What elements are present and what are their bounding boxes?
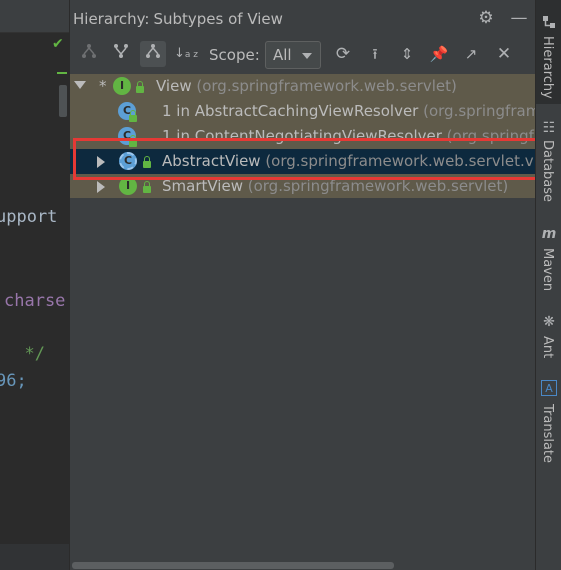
strip-item-database[interactable]: ☷ Database — [536, 112, 561, 212]
editor-scroll-thumb[interactable] — [59, 85, 67, 117]
node-package: (org.springframework.web.servlet.view) — [423, 102, 536, 120]
strip-label: Database — [540, 140, 555, 203]
panel-title: Hierarchy: — [73, 10, 150, 28]
lock-icon — [143, 181, 151, 193]
strip-label: Translate — [540, 404, 555, 464]
refresh-icon[interactable]: ⟳ — [330, 41, 356, 67]
ant-icon: ❋ — [543, 314, 555, 330]
tree-node-view[interactable]: * I View (org.springframework.web.servle… — [70, 74, 536, 99]
chevron-down-icon — [302, 53, 312, 59]
strip-label: Hierarchy — [540, 36, 555, 99]
node-name: AbstractCachingViewResolver — [194, 102, 419, 120]
strip-item-translate[interactable]: A Translate — [536, 376, 561, 466]
code-line[interactable]: upport — [0, 207, 57, 227]
tool-window-strip: Hierarchy ☷ Database m Maven ❋ Ant A Tra… — [535, 0, 561, 570]
export-icon[interactable]: ⭱ — [362, 41, 388, 67]
scope-label: Scope: — [209, 46, 260, 64]
database-icon: ☷ — [542, 120, 556, 136]
pin-icon[interactable]: 📌 — [426, 41, 452, 67]
translate-icon: A — [541, 380, 557, 396]
base-marker: * — [99, 77, 107, 95]
maven-icon: m — [541, 226, 557, 242]
node-package: (org.springframework.web.servlet) — [191, 77, 457, 95]
supertype-hierarchy-icon[interactable] — [76, 41, 102, 67]
panel-horizontal-scrollbar[interactable] — [70, 560, 536, 570]
highlight-annotation — [73, 138, 539, 180]
strip-item-hierarchy[interactable]: Hierarchy — [536, 0, 561, 104]
lock-icon — [129, 110, 137, 122]
strip-label: Ant — [540, 336, 555, 359]
strip-item-maven[interactable]: m Maven — [536, 222, 561, 296]
editor-tab-bar — [0, 0, 69, 33]
code-line[interactable]: 96; — [0, 371, 27, 391]
hierarchy-icon — [541, 15, 557, 31]
supertypes-icon[interactable] — [108, 41, 134, 67]
interface-icon: I — [113, 77, 131, 95]
open-in-new-window-icon[interactable]: ↗ — [458, 41, 484, 67]
node-prefix: 1 in — [162, 102, 195, 120]
lock-icon — [136, 81, 144, 93]
strip-label: Maven — [540, 248, 555, 292]
editor-pane: ✔ upport charse */ 96; — [0, 0, 69, 570]
scope-value: All — [273, 46, 292, 64]
minimize-icon[interactable]: — — [509, 8, 529, 28]
gear-icon[interactable]: ⚙ — [476, 8, 496, 28]
sort-alphabetically-icon[interactable]: ↓a z — [173, 41, 199, 67]
panel-header: Hierarchy: Subtypes of View ⚙ — — [70, 0, 536, 36]
scrollbar-thumb[interactable] — [72, 562, 394, 569]
expand-arrow-icon[interactable] — [97, 181, 105, 193]
scope-dropdown[interactable]: All — [265, 41, 321, 69]
panel-subtitle: Subtypes of View — [153, 10, 283, 28]
node-name: View — [156, 77, 192, 95]
expand-all-icon[interactable]: ⇕ — [394, 41, 420, 67]
collapse-arrow-icon[interactable] — [74, 81, 86, 89]
subtypes-icon[interactable] — [140, 41, 166, 67]
tree-node-abstract-caching-view-resolver[interactable]: C 1 in AbstractCachingViewResolver (org.… — [70, 99, 536, 124]
gutter-change-marker — [57, 72, 67, 74]
check-icon: ✔ — [52, 36, 64, 52]
code-line[interactable]: charse — [4, 291, 65, 311]
code-line[interactable]: */ — [4, 344, 44, 364]
close-icon[interactable]: ✕ — [491, 41, 517, 67]
editor-horizontal-scrollbar[interactable] — [0, 544, 69, 570]
hierarchy-panel: Hierarchy: Subtypes of View ⚙ — ↓a z Scop… — [69, 0, 536, 570]
strip-item-ant[interactable]: ❋ Ant — [536, 310, 561, 364]
